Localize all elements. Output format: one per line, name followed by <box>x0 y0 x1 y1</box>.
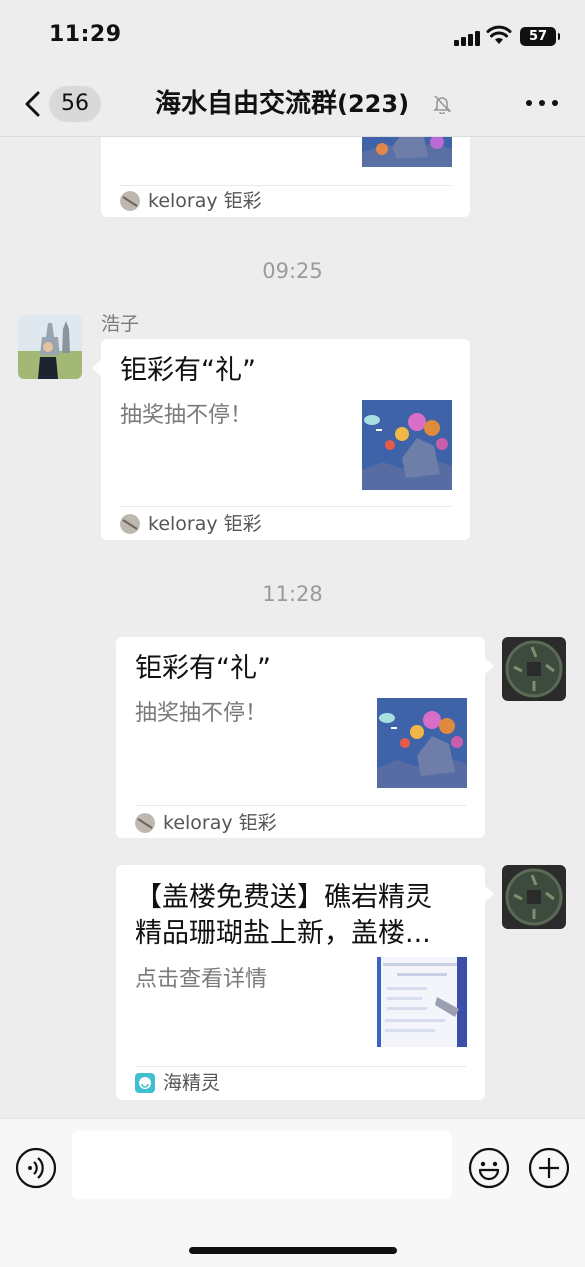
card-divider <box>120 506 451 507</box>
card-source: keloray 钜彩 <box>120 189 262 213</box>
card-divider <box>135 805 466 806</box>
card-thumbnail <box>362 400 452 490</box>
card-divider <box>120 185 451 186</box>
status-time: 11:29 <box>49 22 122 47</box>
haijingling-logo-icon <box>135 1073 155 1093</box>
page-title: 海水自由交流群(223) <box>155 86 409 122</box>
message-timestamp: 09:25 <box>262 259 323 283</box>
card-title-line2: 精品珊瑚盐上新，盖楼... <box>135 918 431 949</box>
card-source: keloray 钜彩 <box>120 512 262 536</box>
unread-count-badge: 56 <box>49 86 101 122</box>
plus-icon[interactable] <box>528 1147 570 1189</box>
link-card-message[interactable]: 钜彩有“礼” 抽奖抽不停！ keloray 钜彩 <box>116 637 485 838</box>
card-source-name: keloray 钜彩 <box>148 190 262 212</box>
card-thumbnail <box>362 137 452 167</box>
message-input[interactable] <box>72 1131 452 1199</box>
link-card-message[interactable]: keloray 钜彩 <box>101 137 470 217</box>
bubble-tail <box>485 886 494 902</box>
bell-off-icon <box>432 94 452 115</box>
card-thumbnail <box>377 957 467 1047</box>
card-title: 钜彩有“礼” <box>120 355 256 386</box>
group-name: 海水自由交流群 <box>155 89 338 119</box>
member-count: (223) <box>337 90 410 118</box>
card-source-name: keloray 钜彩 <box>148 513 262 535</box>
avatar[interactable] <box>18 315 82 379</box>
card-description: 抽奖抽不停！ <box>120 403 253 428</box>
card-title-line1: 【盖楼免费送】礁岩精灵 <box>135 882 432 913</box>
card-divider <box>135 1066 466 1067</box>
link-card-message[interactable]: 钜彩有“礼” 抽奖抽不停！ keloray 钜彩 <box>101 339 470 540</box>
card-source: keloray 钜彩 <box>135 811 277 835</box>
wifi-icon <box>486 25 512 45</box>
card-source: 海精灵 <box>135 1071 220 1095</box>
chat-header: 56 海水自由交流群(223) <box>0 72 585 137</box>
card-source-name: keloray 钜彩 <box>163 812 277 834</box>
cellular-signal-icon <box>454 30 480 46</box>
message-list[interactable]: keloray 钜彩 09:25 浩子 钜彩有“礼” 抽奖抽不停！ kelora… <box>0 137 585 1117</box>
status-bar: 11:29 57 <box>0 0 585 72</box>
card-thumbnail <box>377 698 467 788</box>
battery-icon: 57 <box>520 27 560 46</box>
card-source-name: 海精灵 <box>163 1072 221 1094</box>
emoji-icon[interactable] <box>468 1147 510 1189</box>
avatar[interactable] <box>502 865 566 929</box>
chevron-left-icon <box>22 91 44 117</box>
keloray-logo-icon <box>120 191 140 211</box>
link-card-message[interactable]: 【盖楼免费送】礁岩精灵 精品珊瑚盐上新，盖楼... 点击查看详情 海精灵 <box>116 865 485 1100</box>
more-icon[interactable] <box>522 92 562 116</box>
input-bar <box>0 1118 585 1267</box>
voice-icon[interactable] <box>15 1147 57 1189</box>
back-button[interactable]: 56 <box>20 85 110 123</box>
avatar[interactable] <box>502 637 566 701</box>
bubble-tail <box>485 658 494 674</box>
message-timestamp: 11:28 <box>262 582 323 606</box>
bubble-tail <box>92 360 101 376</box>
keloray-logo-icon <box>120 514 140 534</box>
sender-name: 浩子 <box>101 313 140 335</box>
card-title: 钜彩有“礼” <box>135 653 271 684</box>
card-description: 点击查看详情 <box>135 967 268 992</box>
keloray-logo-icon <box>135 813 155 833</box>
card-description: 抽奖抽不停！ <box>135 701 268 726</box>
home-indicator <box>189 1247 397 1254</box>
